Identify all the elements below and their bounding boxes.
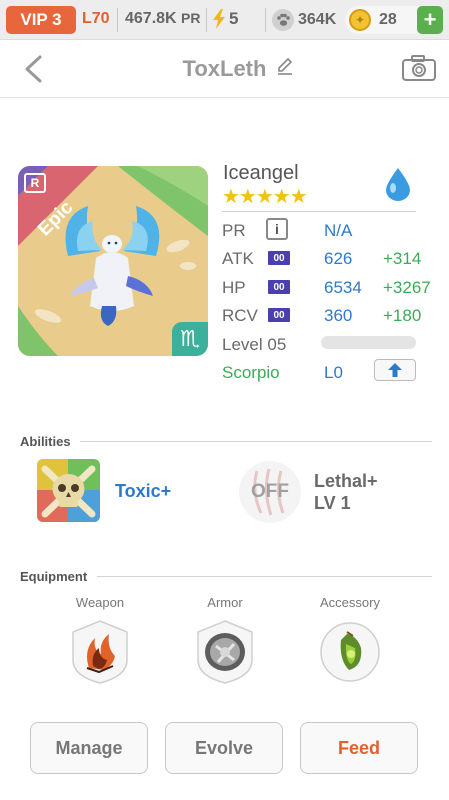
ability-lethal[interactable]: Lethal+ LV 1 xyxy=(314,470,378,514)
hp-chip: 00 xyxy=(268,280,290,294)
pencil-icon[interactable] xyxy=(276,57,294,75)
atk-value: 626 xyxy=(324,249,353,268)
armor-label: Armor xyxy=(207,595,243,610)
star-rating: ★★★★★ xyxy=(222,186,308,208)
rarity-r-badge: R xyxy=(24,173,46,193)
equipment-divider xyxy=(97,576,432,577)
add-coins-button[interactable]: + xyxy=(417,6,443,34)
evolve-button[interactable]: Evolve xyxy=(165,722,283,774)
lightning-icon xyxy=(213,9,225,29)
energy-counter[interactable]: 5 xyxy=(212,9,238,29)
creature-name: Iceangel xyxy=(223,162,299,184)
ability-status: OFF xyxy=(251,481,289,502)
pr-stat-value: N/A xyxy=(324,221,353,240)
claw-icon[interactable]: OFF xyxy=(239,461,301,523)
hp-value: 6534 xyxy=(324,278,362,297)
weapon-label: Weapon xyxy=(75,595,125,610)
equipment-heading: Equipment xyxy=(20,569,88,584)
vip-badge[interactable]: VIP 3 xyxy=(6,6,76,34)
zodiac-level: L0 xyxy=(324,363,343,382)
coin-icon: ✦ xyxy=(349,9,371,31)
rcv-chip: 00 xyxy=(268,308,290,322)
atk-bonus: +314 xyxy=(383,249,422,268)
page-header: ToxLeth xyxy=(0,40,449,98)
scorpio-zodiac-icon: ♏ xyxy=(172,322,208,356)
abilities-divider xyxy=(80,441,432,442)
hp-label: HP xyxy=(222,278,246,297)
coin-value: 28 xyxy=(379,11,397,28)
ability-lethal-level: LV 1 xyxy=(314,493,351,513)
atk-chip: 00 xyxy=(268,251,290,265)
skull-icon[interactable] xyxy=(37,459,100,522)
manage-button[interactable]: Manage xyxy=(30,722,148,774)
paw-icon xyxy=(272,9,294,31)
divider xyxy=(265,8,266,32)
pr-label: PR xyxy=(222,221,246,240)
rcv-value: 360 xyxy=(324,306,353,325)
player-level: L70 xyxy=(82,10,110,27)
stats-divider xyxy=(222,211,416,212)
feed-button[interactable]: Feed xyxy=(300,722,418,774)
paw-value: 364K xyxy=(298,11,337,28)
info-icon[interactable]: i xyxy=(266,218,288,240)
green-amulet-icon[interactable] xyxy=(319,620,381,684)
rcv-bonus: +180 xyxy=(383,306,422,325)
atk-label: ATK xyxy=(222,249,254,268)
paw-counter[interactable]: 364K xyxy=(272,9,336,31)
energy-value: 5 xyxy=(229,9,239,28)
arrow-up-icon xyxy=(388,363,402,377)
page-title: ToxLeth xyxy=(182,56,267,81)
coin-counter[interactable]: ✦ 28 + xyxy=(345,6,443,34)
resource-bar: VIP 3 L70 467.8K PR 5 364K ✦ 28 + xyxy=(0,0,449,40)
camera-icon[interactable] xyxy=(401,54,437,82)
total-pr: 467.8K PR xyxy=(125,10,201,28)
accessory-label: Accessory xyxy=(320,595,380,610)
divider xyxy=(206,8,207,32)
abilities-heading: Abilities xyxy=(20,434,71,449)
zodiac-label: Scorpio xyxy=(222,363,280,382)
hp-bonus: +3267 xyxy=(383,278,431,297)
armor-shield-icon[interactable] xyxy=(194,620,256,684)
divider xyxy=(117,8,118,32)
water-drop-icon xyxy=(386,168,410,201)
zodiac-upgrade-button[interactable] xyxy=(374,359,416,381)
ability-toxic-name[interactable]: Toxic+ xyxy=(115,481,171,502)
level-label: Level 05 xyxy=(222,335,287,354)
rcv-label: RCV xyxy=(222,306,258,325)
creature-portrait-card[interactable]: R Epic ♏ xyxy=(18,166,208,356)
fire-claw-icon[interactable] xyxy=(69,620,131,684)
ability-lethal-name: Lethal+ xyxy=(314,471,378,491)
xp-progress-bar xyxy=(321,336,416,349)
pr-unit: PR xyxy=(181,10,201,26)
pr-value: 467.8K xyxy=(125,10,177,27)
